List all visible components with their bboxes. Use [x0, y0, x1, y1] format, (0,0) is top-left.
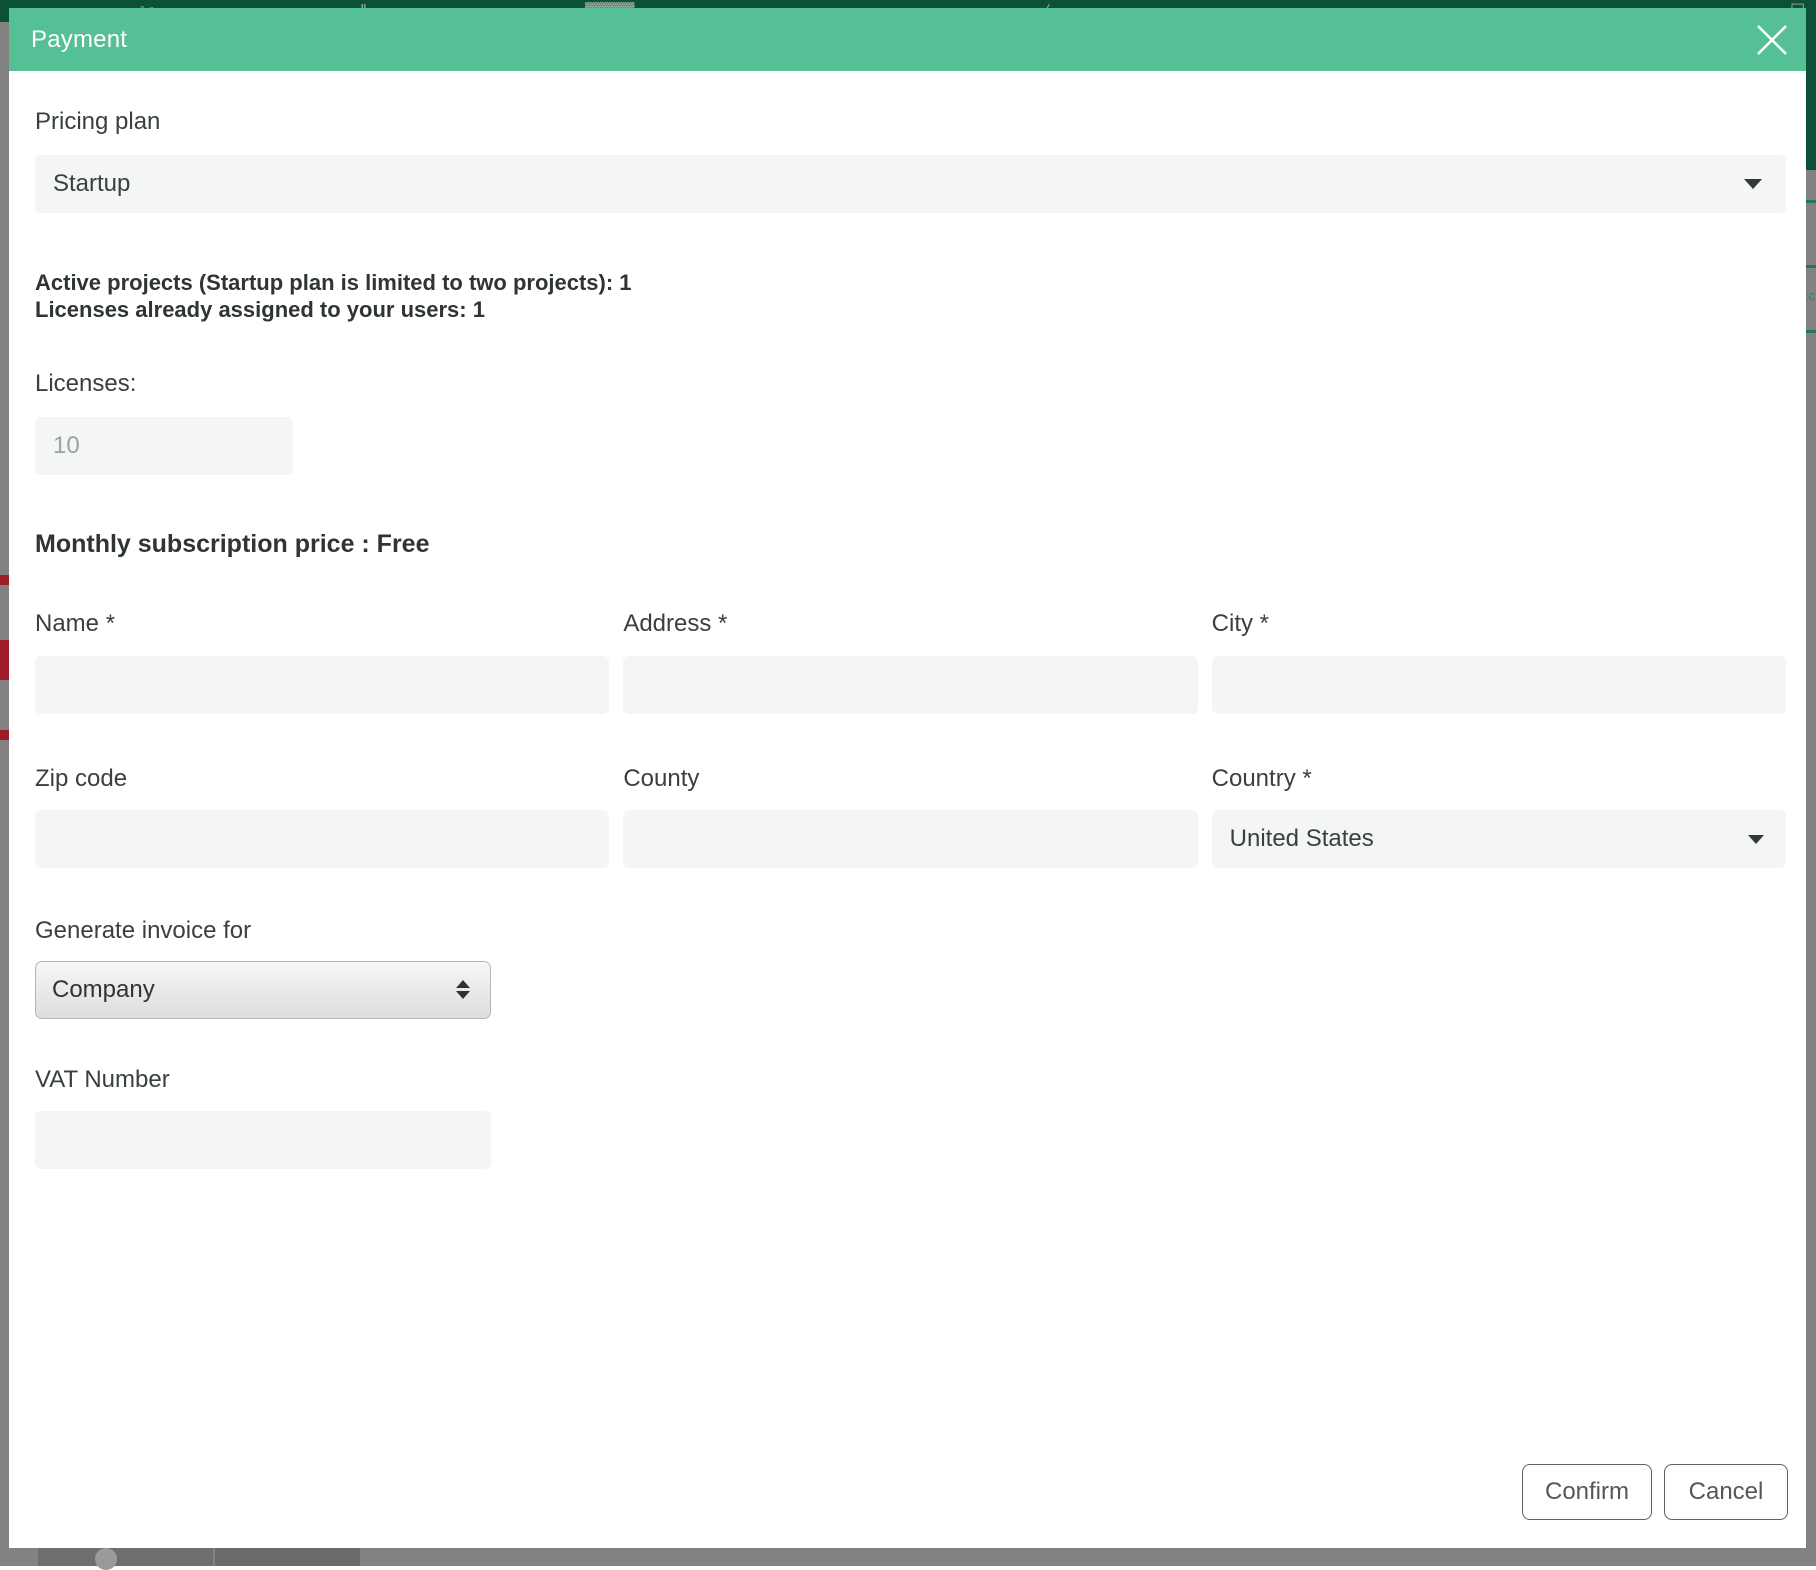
licenses-label: Licenses: — [35, 371, 1786, 397]
updown-arrows-icon — [456, 980, 470, 999]
city-group: City * — [1212, 611, 1786, 713]
country-label: Country * — [1212, 766, 1786, 792]
name-group: Name * — [35, 611, 609, 713]
pricing-plan-value: Startup — [53, 170, 130, 198]
name-field[interactable] — [35, 656, 609, 714]
taskbar-item — [215, 1546, 360, 1566]
country-value: United States — [1230, 825, 1374, 853]
zip-code-label: Zip code — [35, 766, 609, 792]
background-right-divider — [1805, 265, 1816, 268]
pricing-plan-label: Pricing plan — [35, 109, 1786, 135]
country-select[interactable]: United States — [1212, 810, 1786, 868]
background-right-divider — [1805, 330, 1816, 333]
address-row-2: Zip code County Country * United States — [35, 766, 1786, 868]
close-icon[interactable] — [1752, 20, 1792, 60]
zip-code-group: Zip code — [35, 766, 609, 868]
licenses-input[interactable] — [35, 417, 293, 475]
modal-footer: Confirm Cancel — [1522, 1464, 1788, 1520]
invoice-for-label: Generate invoice for — [35, 918, 1786, 944]
background-right-strip — [1805, 170, 1816, 1544]
background-right-text: :c — [1805, 290, 1816, 301]
invoice-for-group: Generate invoice for Company — [35, 918, 1786, 1018]
pricing-plan-select[interactable]: Startup — [35, 155, 1786, 213]
modal-title: Payment — [31, 26, 127, 54]
address-field[interactable] — [623, 656, 1197, 714]
county-label: County — [623, 766, 1197, 792]
assigned-licenses-line: Licenses already assigned to your users:… — [35, 297, 1786, 324]
vat-number-label: VAT Number — [35, 1067, 1786, 1093]
modal-header: Payment — [9, 8, 1806, 71]
pricing-plan-group: Pricing plan Startup — [35, 109, 1786, 213]
city-field[interactable] — [1212, 656, 1786, 714]
taskbar-icon — [95, 1548, 117, 1570]
name-label: Name * — [35, 611, 609, 637]
invoice-for-select[interactable]: Company — [35, 961, 491, 1019]
chevron-down-icon — [1748, 835, 1764, 844]
licenses-group: Licenses: — [35, 371, 1786, 475]
county-field[interactable] — [623, 810, 1197, 868]
county-group: County — [623, 766, 1197, 868]
chevron-down-icon — [1744, 179, 1762, 189]
address-label: Address * — [623, 611, 1197, 637]
taskbar-item — [38, 1546, 213, 1566]
city-label: City * — [1212, 611, 1786, 637]
plan-notice: Active projects (Startup plan is limited… — [35, 270, 1786, 324]
cancel-button[interactable]: Cancel — [1664, 1464, 1788, 1520]
address-group: Address * — [623, 611, 1197, 713]
zip-code-field[interactable] — [35, 810, 609, 868]
modal-body: Pricing plan Startup Active projects (St… — [9, 71, 1806, 1548]
background-right-divider — [1805, 200, 1816, 203]
country-group: Country * United States — [1212, 766, 1786, 868]
active-projects-line: Active projects (Startup plan is limited… — [35, 270, 1786, 297]
vat-number-group: VAT Number — [35, 1067, 1786, 1169]
vat-number-field[interactable] — [35, 1111, 491, 1169]
invoice-for-value: Company — [52, 976, 155, 1004]
subscription-price: Monthly subscription price : Free — [35, 530, 1786, 559]
address-row-1: Name * Address * City * — [35, 611, 1786, 713]
confirm-button[interactable]: Confirm — [1522, 1464, 1652, 1520]
payment-modal: Payment Pricing plan Startup Active proj… — [9, 8, 1806, 1548]
